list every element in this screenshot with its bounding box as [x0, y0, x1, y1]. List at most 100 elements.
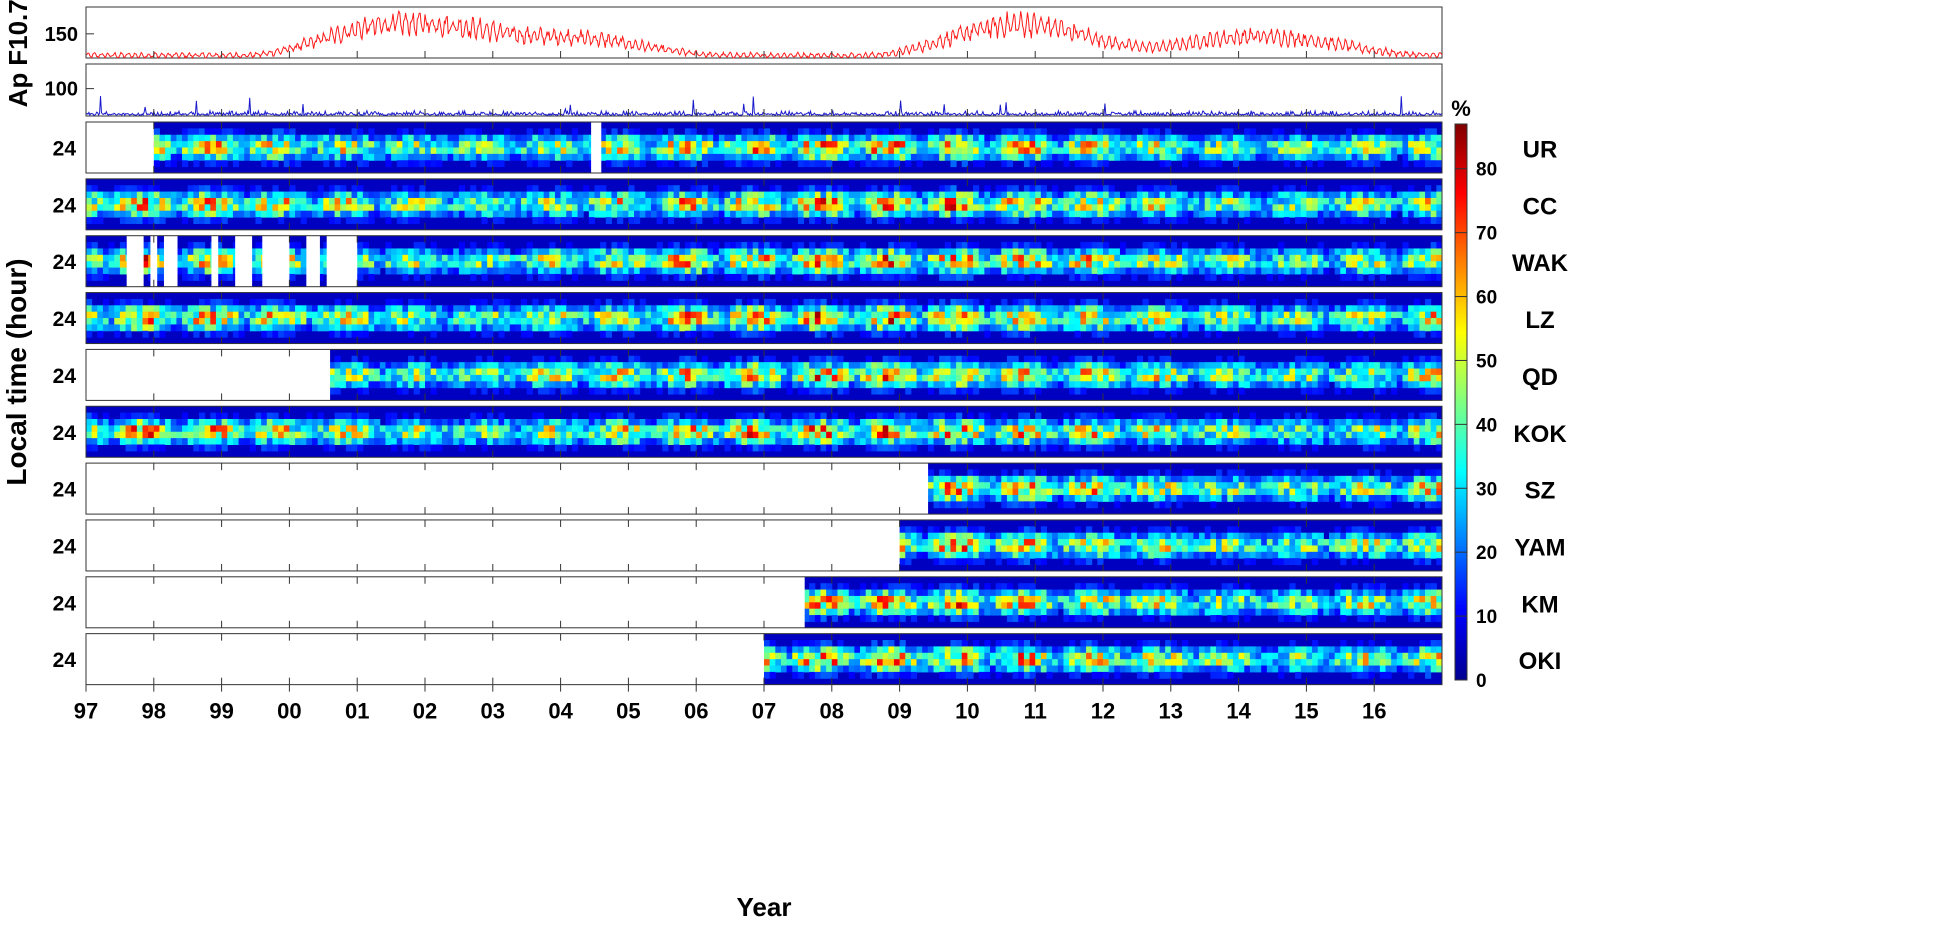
heatmap-cell: [1001, 134, 1008, 142]
heatmap-cell: [1182, 217, 1189, 224]
heatmap-cell: [910, 197, 918, 205]
heatmap-cell: [255, 191, 262, 199]
heatmap-cell: [1176, 261, 1183, 269]
station-label: WAK: [1512, 250, 1569, 277]
heatmap-cell: [289, 210, 296, 218]
heatmap-cell: [153, 324, 160, 332]
heatmap-cell: [351, 191, 358, 199]
heatmap-cell: [860, 318, 867, 325]
heatmap-cell: [684, 160, 692, 168]
heatmap-cell: [379, 153, 386, 161]
heatmap-cell: [1295, 147, 1302, 155]
heatmap-cell: [1255, 141, 1262, 148]
heatmap-cell: [108, 267, 115, 275]
heatmap-cell: [1413, 298, 1420, 306]
heatmap-cell: [1091, 191, 1098, 199]
heatmap-cell: [221, 311, 228, 319]
heatmap-cell: [210, 134, 217, 142]
heatmap-cell: [249, 141, 256, 148]
heatmap-cell: [1238, 153, 1245, 161]
heatmap-cell: [882, 248, 889, 256]
heatmap-cell: [1057, 134, 1064, 142]
heatmap-cell: [532, 217, 539, 224]
heatmap-cell: [153, 318, 160, 325]
heatmap-cell: [684, 147, 692, 155]
heatmap-cell: [622, 191, 629, 199]
heatmap-cell: [1153, 197, 1160, 205]
heatmap-cell: [899, 273, 906, 281]
heatmap-cell: [1193, 267, 1200, 275]
heatmap-cell: [617, 324, 624, 332]
heatmap-cell: [1023, 191, 1031, 199]
heatmap-cell: [295, 261, 302, 269]
heatmap-cell: [865, 305, 872, 313]
heatmap-cell: [515, 147, 522, 155]
heatmap-cell: [1278, 141, 1285, 148]
heatmap-cell: [215, 204, 223, 212]
heatmap-cell: [193, 204, 200, 212]
heatmap-cell: [956, 273, 963, 281]
heatmap-cell: [102, 311, 110, 319]
heatmap-cell: [125, 191, 132, 199]
heatmap-cell: [1136, 254, 1144, 262]
heatmap-cell: [1187, 197, 1194, 205]
heatmap-cell: [481, 204, 488, 212]
heatmap-cell: [215, 153, 223, 161]
heatmap-cell: [611, 141, 618, 148]
heatmap-cell: [1289, 204, 1296, 212]
heatmap-cell: [667, 185, 675, 193]
heatmap-cell: [837, 242, 844, 249]
heatmap-cell: [176, 197, 183, 205]
heatmap-cell: [713, 191, 720, 199]
heatmap-cell: [809, 273, 816, 281]
heatmap-cell: [1340, 311, 1347, 319]
heatmap-cell: [413, 254, 420, 262]
heatmap-cell: [1216, 248, 1223, 256]
heatmap-cell: [317, 197, 324, 205]
heatmap-cell: [1374, 254, 1381, 262]
heatmap-cell: [583, 134, 590, 142]
heatmap-cell: [814, 210, 821, 218]
heatmap-cell: [1312, 267, 1319, 275]
heatmap-cell: [425, 210, 432, 218]
heatmap-cell: [374, 191, 381, 199]
heatmap-cell: [1187, 267, 1194, 275]
heatmap-cell: [487, 324, 494, 332]
heatmap-cell: [1035, 242, 1042, 249]
heatmap-cell: [199, 254, 206, 262]
heatmap-cell: [910, 261, 918, 269]
heatmap-cell: [961, 191, 968, 199]
heatmap-cell: [888, 153, 895, 161]
heatmap-cell: [961, 141, 968, 148]
heatmap-cell: [645, 324, 652, 332]
heatmap-cell: [1018, 330, 1025, 338]
heatmap-cell: [639, 160, 646, 168]
heatmap-cell: [1148, 217, 1155, 224]
heatmap-cell: [1312, 330, 1319, 338]
heatmap-cell: [1069, 305, 1076, 313]
heatmap-cell: [1374, 210, 1381, 218]
heatmap-cell: [1357, 311, 1364, 319]
heatmap-cell: [780, 305, 788, 313]
heatmap-cell: [1345, 160, 1353, 168]
heatmap-cell: [408, 160, 415, 168]
heatmap-cell: [379, 204, 386, 212]
heatmap-cell: [504, 267, 511, 275]
heatmap-cell: [148, 311, 155, 319]
heatmap-cell: [944, 330, 951, 338]
heatmap-cell: [826, 134, 833, 142]
heatmap-cell: [1170, 217, 1177, 224]
heatmap-cell: [1323, 261, 1330, 269]
heatmap-cell: [814, 191, 821, 199]
heatmap-cell: [1300, 141, 1307, 148]
heatmap-cell: [933, 324, 940, 332]
heatmap-cell: [481, 217, 488, 224]
heatmap-cell: [656, 185, 663, 193]
heatmap-cell: [956, 204, 963, 212]
heatmap-cell: [1074, 248, 1081, 256]
heatmap-cell: [803, 261, 810, 269]
heatmap-cell: [701, 134, 708, 142]
heatmap-cell: [1374, 261, 1381, 269]
heatmap-cell: [560, 134, 567, 142]
heatmap-cell: [538, 273, 545, 281]
